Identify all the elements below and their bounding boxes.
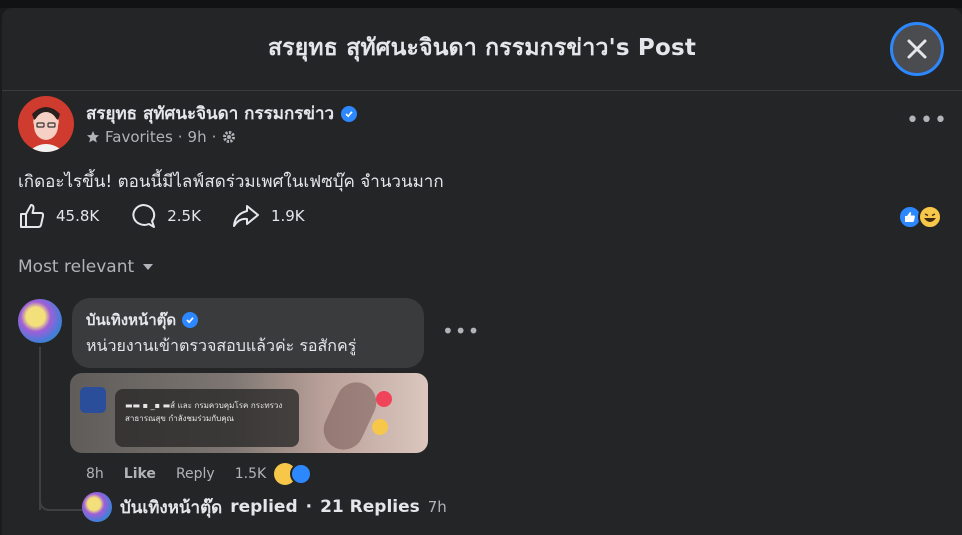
modal-title: สรยุทธ สุทัศนะจินดา กรรมกรข่าว's Post [267,35,697,61]
author-avatar-image [28,107,64,152]
like-count: 45.8K [56,207,100,225]
header-divider [2,90,962,91]
post-time[interactable]: 9h [188,128,207,146]
close-icon [907,39,927,59]
replier-name: บันเทิงหน้าตุ๊ด [120,497,223,518]
comment-reaction-count[interactable]: 1.5K [235,466,266,482]
comment-text: หน่วยงานเข้าตรวจสอบแล้วค่ะ รอสักครู่ [86,336,357,355]
attachment-logo-icon [80,387,106,413]
share-icon [232,205,259,227]
attachment-finger-shape [317,375,383,453]
view-replies[interactable]: บันเทิงหน้าตุ๊ด replied · 21 Replies 7h [82,492,447,522]
comment-reply-button[interactable]: Reply [176,466,215,482]
commenter-avatar[interactable] [18,299,62,343]
comment-actions: 8h Like Reply 1.5K [86,463,313,485]
gear-icon [223,131,236,143]
thread-connector [39,495,83,511]
post-text: เกิดอะไรขึ้น! ตอนนี้มีไลฟ์สดร่วมเพศในเฟซ… [18,172,444,192]
haha-reaction-icon [918,205,942,229]
sort-dropdown[interactable]: Most relevant [18,257,154,277]
replies-count[interactable]: 21 Replies [320,497,420,517]
audience-label[interactable]: Favorites [105,128,173,146]
post-author[interactable]: สรยุทธ สุทัศนะจินดา กรรมกรข่าว [86,100,358,127]
comment-attachment-image[interactable]: ▬▬ ▪ _▪ ▬ส์ และ กรมควบคุมโรค กระทรวงสาธา… [70,373,428,453]
comment-author[interactable]: บันเทิงหน้าตุ๊ด [86,308,199,332]
close-button[interactable] [890,22,944,76]
post-meta: Favorites · 9h · [86,128,237,146]
like-icon [20,204,45,228]
replies-time: 7h [427,498,447,516]
comment-more-options-icon[interactable]: ••• [442,319,480,343]
replies-separator: · [305,497,313,517]
sort-label: Most relevant [18,257,135,277]
attachment-notification: ▬▬ ▪ _▪ ▬ส์ และ กรมควบคุมโรค กระทรวงสาธา… [115,389,299,447]
comment-author-name[interactable]: บันเทิงหน้าตุ๊ด [86,308,176,332]
author-avatar[interactable] [18,96,74,152]
caret-down-icon [143,264,154,270]
like-action[interactable]: 45.8K [18,202,99,230]
replier-avatar [82,492,112,522]
like-reaction-icon [290,463,313,485]
star-icon [87,131,99,143]
comment-count: 2.5K [167,207,201,225]
meta-separator: · [211,128,217,146]
attachment-text: ▬▬ ▪ _▪ ▬ส์ และ กรมควบคุมโรค กระทรวงสาธา… [125,401,283,423]
meta-separator: · [177,128,183,146]
share-count: 1.9K [270,207,305,225]
thread-line [39,347,41,510]
comment-time[interactable]: 8h [86,466,104,482]
verified-badge-icon [341,105,358,122]
post-more-options-icon[interactable]: ••• [906,108,948,133]
comment-reactions[interactable] [274,463,313,485]
share-action[interactable]: 1.9K [231,202,305,230]
comment-action[interactable]: 2.5K [129,202,201,230]
post-actions: 45.8K 2.5K 1.9K [18,202,335,230]
replied-label: replied [230,497,298,517]
verified-badge-icon [182,312,199,328]
top-strip [0,0,962,8]
haha-reaction-icon [372,419,388,435]
heart-reaction-icon [376,391,392,407]
post-reactions[interactable] [898,205,942,229]
comment-bubble: บันเทิงหน้าตุ๊ด หน่วยงานเข้าตรวจสอบแล้วค… [72,298,424,368]
comment-like-button[interactable]: Like [124,466,156,482]
post-author-name[interactable]: สรยุทธ สุทัศนะจินดา กรรมกรข่าว [86,100,334,127]
comment-icon [132,203,156,228]
